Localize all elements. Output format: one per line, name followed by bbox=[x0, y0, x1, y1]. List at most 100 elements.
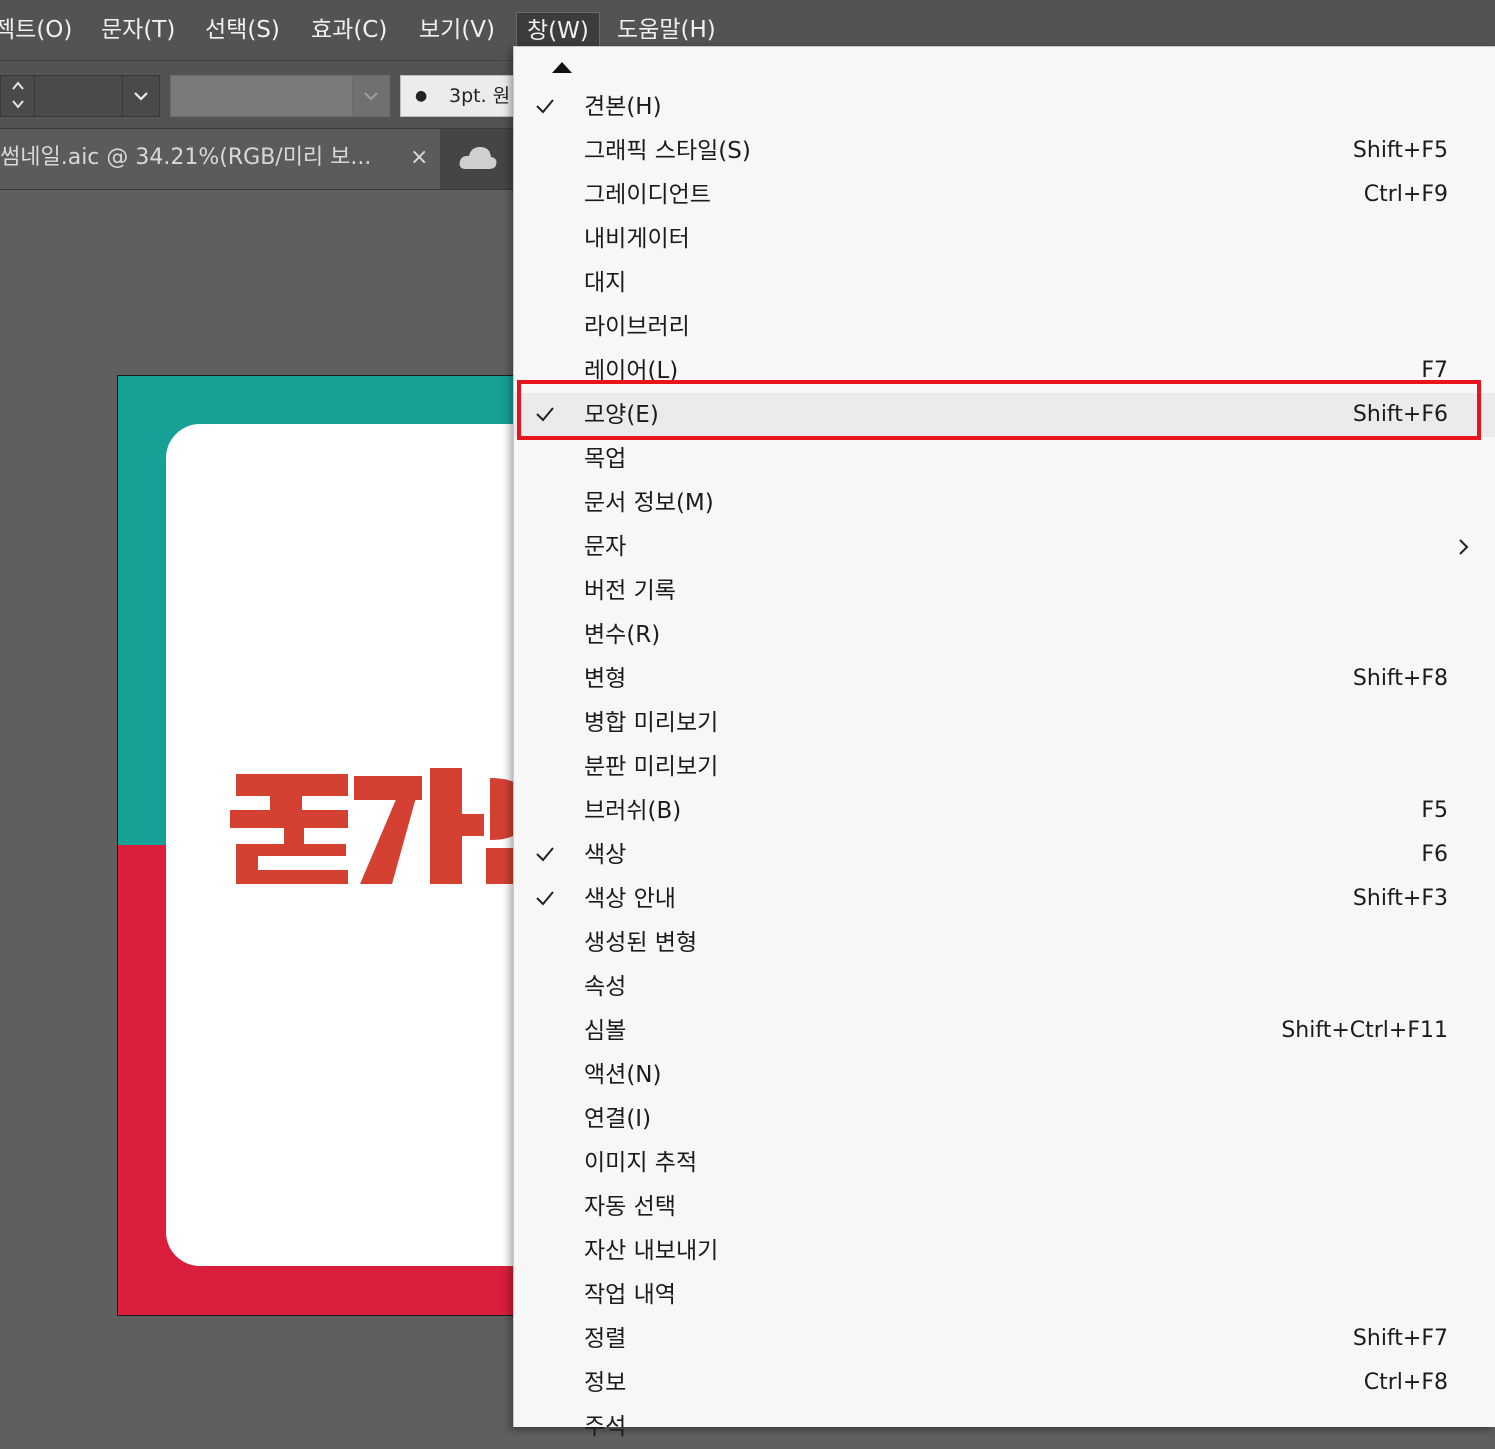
menu-item-label: 병합 미리보기 bbox=[584, 710, 719, 736]
menu-item-label: 그래픽 스타일(S) bbox=[584, 138, 751, 164]
menu-item-label: 생성된 변형 bbox=[584, 930, 698, 956]
menu-item[interactable]: 색상 안내 Shift+F3 bbox=[514, 877, 1495, 921]
menu-item-label: 변수(R) bbox=[584, 622, 661, 648]
menu-item[interactable]: 생성된 변형 bbox=[514, 921, 1495, 965]
menu-type[interactable]: 문자(T) bbox=[101, 0, 175, 60]
triangle-up-icon[interactable] bbox=[550, 59, 574, 75]
menu-item-label: 속성 bbox=[584, 974, 627, 1000]
check-icon bbox=[536, 407, 554, 422]
menu-effect[interactable]: 효과(C) bbox=[311, 0, 387, 60]
menu-item[interactable]: 정보 Ctrl+F8 bbox=[514, 1361, 1495, 1405]
menu-item[interactable]: 분판 미리보기 bbox=[514, 745, 1495, 789]
menu-item-label: 대지 bbox=[584, 270, 627, 296]
menu-item-label: 버전 기록 bbox=[584, 578, 676, 604]
check-icon bbox=[536, 99, 554, 114]
artboard bbox=[117, 375, 539, 1316]
menu-item[interactable]: 정렬 Shift+F7 bbox=[514, 1317, 1495, 1361]
menu-item-shortcut: Shift+F3 bbox=[1352, 886, 1448, 911]
menu-item[interactable]: 라이브러리 bbox=[514, 305, 1495, 349]
menu-window[interactable]: 창(W) bbox=[516, 12, 600, 50]
menu-item[interactable]: 모양(E) Shift+F6 bbox=[514, 393, 1495, 437]
chevron-down-icon[interactable] bbox=[122, 76, 159, 116]
document-tab-title: 썸네일.aic @ 34.21%(RGB/미리 보... bbox=[0, 145, 372, 170]
menu-item[interactable]: 주석 bbox=[514, 1405, 1495, 1449]
menu-item-label: 라이브러리 bbox=[584, 314, 690, 340]
menu-item-label: 문서 정보(M) bbox=[584, 490, 714, 516]
menu-item-label: 주석 bbox=[584, 1414, 627, 1440]
cloud-icon[interactable] bbox=[458, 143, 498, 173]
menu-item[interactable]: 문서 정보(M) bbox=[514, 481, 1495, 525]
menu-item-label: 연결(I) bbox=[584, 1106, 652, 1132]
menu-item[interactable]: 레이어(L) F7 bbox=[514, 349, 1495, 393]
menu-item[interactable]: 목업 bbox=[514, 437, 1495, 481]
menu-item-shortcut: F5 bbox=[1421, 798, 1448, 823]
menu-item[interactable]: 그레이디언트 Ctrl+F9 bbox=[514, 173, 1495, 217]
menu-item[interactable]: 속성 bbox=[514, 965, 1495, 1009]
stroke-weight-dropdown[interactable] bbox=[34, 75, 160, 117]
brush-definition-dropdown[interactable]: ● 3pt. 원 bbox=[400, 75, 522, 117]
menu-item[interactable]: 병합 미리보기 bbox=[514, 701, 1495, 745]
menu-item[interactable]: 문자 bbox=[514, 525, 1495, 569]
menu-item[interactable]: 대지 bbox=[514, 261, 1495, 305]
menu-item[interactable]: 색상 F6 bbox=[514, 833, 1495, 877]
menu-item[interactable]: 자산 내보내기 bbox=[514, 1229, 1495, 1273]
menu-item-label: 모양(E) bbox=[584, 402, 659, 428]
menu-view[interactable]: 보기(V) bbox=[419, 0, 495, 60]
menu-item-label: 목업 bbox=[584, 446, 627, 472]
window-menu-dropdown: 견본(H) 그래픽 스타일(S) Shift+F5 그레이디언트 Ctrl+F9 내비게이… bbox=[513, 46, 1495, 1440]
logo-artwork bbox=[230, 768, 530, 884]
menu-item[interactable]: 그래픽 스타일(S) Shift+F5 bbox=[514, 129, 1495, 173]
menu-item[interactable]: 변형 Shift+F8 bbox=[514, 657, 1495, 701]
menu-item-label: 작업 내역 bbox=[584, 1282, 676, 1308]
menu-item-label: 레이어(L) bbox=[584, 358, 679, 384]
chevron-down-icon[interactable] bbox=[352, 76, 389, 116]
brush-label: 3pt. 원 bbox=[449, 85, 511, 107]
menu-item-label: 색상 안내 bbox=[584, 886, 676, 912]
menu-item[interactable]: 이미지 추적 bbox=[514, 1141, 1495, 1185]
menu-item-label: 견본(H) bbox=[584, 94, 662, 120]
menu-item-label: 정보 bbox=[584, 1370, 627, 1396]
menu-item-shortcut: Shift+F7 bbox=[1352, 1326, 1448, 1351]
menu-item[interactable]: 심볼 Shift+Ctrl+F11 bbox=[514, 1009, 1495, 1053]
menu-item-label: 문자 bbox=[584, 534, 627, 560]
menu-item-label: 자동 선택 bbox=[584, 1194, 676, 1220]
menu-item[interactable]: 브러쉬(B) F5 bbox=[514, 789, 1495, 833]
brush-dot-icon: ● bbox=[415, 88, 428, 104]
menu-item[interactable]: 연결(I) bbox=[514, 1097, 1495, 1141]
menu-item-shortcut: F7 bbox=[1421, 358, 1448, 383]
menu-select[interactable]: 선택(S) bbox=[205, 0, 280, 60]
menu-item-shortcut: Shift+F8 bbox=[1352, 666, 1448, 691]
menu-item[interactable]: 자동 선택 bbox=[514, 1185, 1495, 1229]
menu-item[interactable]: 변수(R) bbox=[514, 613, 1495, 657]
menu-item-label: 심볼 bbox=[584, 1018, 627, 1044]
menu-item-label: 액션(N) bbox=[584, 1062, 662, 1088]
document-tab[interactable]: 썸네일.aic @ 34.21%(RGB/미리 보... × bbox=[0, 129, 440, 189]
variable-width-profile-dropdown[interactable] bbox=[170, 75, 390, 117]
chevron-down-icon[interactable] bbox=[10, 96, 26, 112]
menu-item-label: 그레이디언트 bbox=[584, 182, 711, 208]
menu-item-label: 이미지 추적 bbox=[584, 1150, 698, 1176]
menu-item[interactable]: 작업 내역 bbox=[514, 1273, 1495, 1317]
menu-item[interactable]: 내비게이터 bbox=[514, 217, 1495, 261]
menu-item-shortcut: Ctrl+F8 bbox=[1363, 1370, 1448, 1395]
menu-item-shortcut: Shift+F5 bbox=[1352, 138, 1448, 163]
menu-item-label: 브러쉬(B) bbox=[584, 798, 682, 824]
menu-item-label: 색상 bbox=[584, 842, 627, 868]
menu-item-label: 분판 미리보기 bbox=[584, 754, 719, 780]
menu-item-label: 변형 bbox=[584, 666, 627, 692]
chevron-up-icon[interactable] bbox=[10, 78, 26, 94]
close-icon[interactable]: × bbox=[410, 129, 428, 187]
stroke-weight-stepper[interactable] bbox=[0, 75, 36, 117]
menu-item-shortcut: F6 bbox=[1421, 842, 1448, 867]
menu-item[interactable]: 액션(N) bbox=[514, 1053, 1495, 1097]
check-icon bbox=[536, 891, 554, 906]
menu-item[interactable]: 견본(H) bbox=[514, 85, 1495, 129]
menu-object[interactable]: 젝트(O) bbox=[0, 0, 72, 60]
chevron-right-icon bbox=[1459, 539, 1469, 555]
menu-item-shortcut: Ctrl+F9 bbox=[1363, 182, 1448, 207]
check-icon bbox=[536, 847, 554, 862]
menu-item[interactable]: 버전 기록 bbox=[514, 569, 1495, 613]
menu-item-shortcut: Shift+Ctrl+F11 bbox=[1281, 1018, 1448, 1043]
menu-item-label: 자산 내보내기 bbox=[584, 1238, 719, 1264]
menu-item-label: 정렬 bbox=[584, 1326, 627, 1352]
